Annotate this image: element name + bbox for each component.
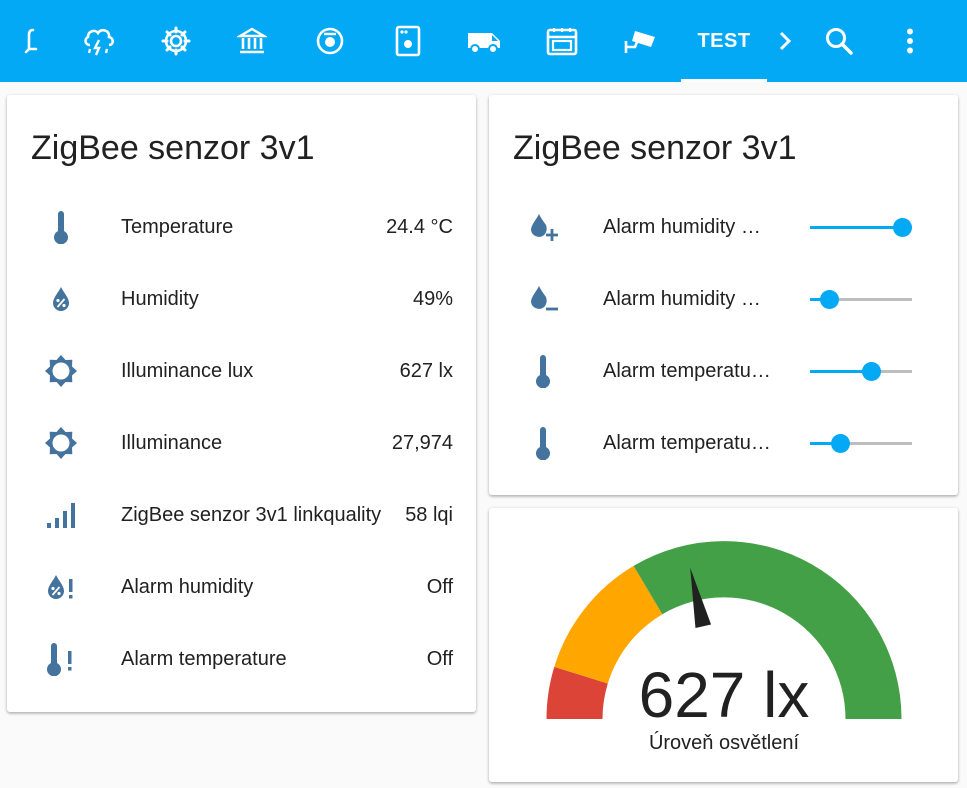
card-title: ZigBee senzor 3v1 (513, 129, 797, 167)
entity-label: Illuminance (121, 431, 223, 454)
washing-machine-icon[interactable] (388, 0, 428, 82)
signal-icon (43, 497, 79, 533)
thermometer-icon (525, 353, 561, 389)
entity-label: Illuminance lux (121, 359, 254, 382)
entity-value: Off (426, 575, 453, 598)
slider-knob[interactable] (862, 362, 882, 381)
slider-label: Alarm temperatu… (603, 359, 771, 382)
entity-label: Alarm temperature (121, 647, 287, 670)
slider-label: Alarm temperatu… (603, 431, 771, 454)
entity-row-humidity[interactable]: Humidity 49% (43, 263, 453, 335)
card-title: ZigBee senzor 3v1 (31, 129, 315, 167)
water-alert-icon (43, 569, 79, 605)
slider-knob[interactable] (892, 218, 912, 237)
entity-row-illuminance-lux[interactable]: Illuminance lux 627 lx (43, 335, 453, 407)
water-plus-icon (525, 209, 561, 245)
slider-row: Alarm humidity … (525, 191, 925, 263)
entity-label: Humidity (121, 287, 199, 310)
thermometer-alert-icon (43, 641, 79, 677)
cog-icon[interactable] (156, 0, 196, 82)
cable-icon[interactable] (12, 0, 52, 82)
bank-icon[interactable] (232, 0, 272, 82)
app-toolbar: TEST (0, 0, 967, 82)
brightness-icon (43, 425, 79, 461)
gauge-value: 627 lx (638, 659, 810, 731)
brightness-icon (43, 353, 79, 389)
water-minus-icon (525, 281, 561, 317)
more-vertical-icon[interactable] (892, 0, 928, 82)
slider-knob[interactable] (820, 290, 840, 309)
alarm-humidity-min-slider[interactable] (810, 289, 912, 309)
alarm-sliders-card: ZigBee senzor 3v1 Alarm humidity … Alarm… (489, 95, 958, 495)
sensor-entities-card: ZigBee senzor 3v1 Temperature 24.4 °C Hu… (7, 95, 476, 712)
entity-value: 27,974 (391, 431, 453, 454)
slider-row: Alarm temperatu… (525, 407, 925, 479)
entity-row-linkquality[interactable]: ZigBee senzor 3v1 linkquality 58 lqi (43, 479, 453, 551)
entity-row-illuminance[interactable]: Illuminance 27,974 (43, 407, 453, 479)
gauge-label: Úroveň osvětlení (648, 732, 800, 754)
entity-label: Alarm humidity (121, 575, 254, 598)
oven-icon[interactable] (542, 0, 582, 82)
slider-row: Alarm temperatu… (525, 335, 925, 407)
entity-row-alarm-temperature[interactable]: Alarm temperature Off (43, 623, 453, 695)
entity-value: 627 lx (399, 359, 453, 382)
chevron-right-icon[interactable] (772, 0, 798, 82)
entity-label: ZigBee senzor 3v1 linkquality (121, 503, 382, 526)
search-icon[interactable] (820, 0, 858, 82)
entity-row-temperature[interactable]: Temperature 24.4 °C (43, 191, 453, 263)
weather-lightning-rainy-icon[interactable] (78, 0, 120, 82)
slider-row: Alarm humidity … (525, 263, 925, 335)
slider-label: Alarm humidity … (603, 287, 761, 310)
entity-value: 24.4 °C (386, 215, 453, 238)
entity-value: 58 lqi (405, 503, 453, 526)
robot-vacuum-icon[interactable] (310, 0, 350, 82)
entity-row-alarm-humidity[interactable]: Alarm humidity Off (43, 551, 453, 623)
thermometer-icon (525, 425, 561, 461)
alarm-humidity-max-slider[interactable] (810, 217, 912, 237)
cctv-icon[interactable] (620, 0, 660, 82)
illuminance-gauge-card[interactable]: 627 lx Úroveň osvětlení (489, 508, 958, 782)
slider-label: Alarm humidity … (603, 215, 761, 238)
slider-knob[interactable] (830, 434, 850, 453)
entity-value: 49% (412, 287, 453, 310)
active-tab-indicator (681, 79, 767, 82)
van-icon[interactable] (464, 0, 506, 82)
entity-label: Temperature (121, 215, 234, 238)
entity-value: Off (426, 647, 453, 670)
alarm-temperature-min-slider[interactable] (810, 433, 912, 453)
thermometer-icon (43, 209, 79, 245)
water-percent-icon (43, 281, 79, 317)
tab-test[interactable]: TEST (681, 0, 767, 82)
alarm-temperature-max-slider[interactable] (810, 361, 912, 381)
